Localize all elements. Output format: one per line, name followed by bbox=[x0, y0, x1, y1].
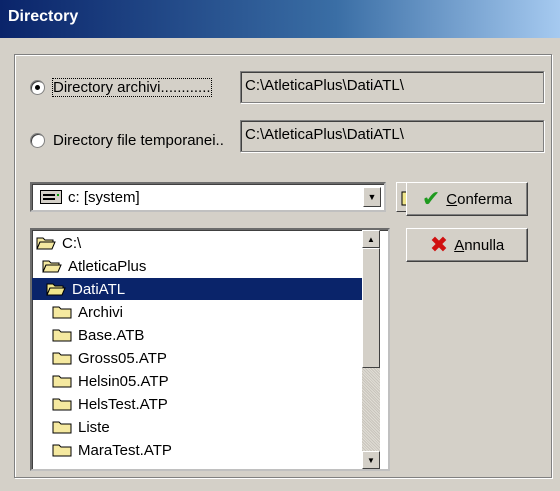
tree-item-label: HelsTest.ATP bbox=[78, 395, 168, 413]
tree-item-label: C:\ bbox=[62, 234, 82, 252]
scroll-thumb[interactable] bbox=[362, 248, 380, 368]
folder-icon bbox=[52, 398, 72, 411]
drive-combo[interactable]: c: [system] ▼ bbox=[30, 182, 386, 212]
tree-item-label: DatiATL bbox=[72, 280, 126, 298]
scroll-down-icon[interactable]: ▼ bbox=[362, 451, 380, 469]
path-field-temporanei[interactable]: C:\AtleticaPlus\DatiATL\ bbox=[240, 120, 544, 152]
tree-item-label: Liste bbox=[78, 418, 110, 436]
tree-item-label: Base.ATB bbox=[78, 326, 145, 344]
tree-item-label: Gross05.ATP bbox=[78, 349, 167, 367]
folder-icon bbox=[52, 329, 72, 342]
tree-item[interactable]: Archivi bbox=[52, 301, 129, 323]
tree-item[interactable]: DatiATL bbox=[32, 278, 362, 300]
tree-item[interactable]: Liste bbox=[52, 416, 116, 438]
path-field-archivi[interactable]: C:\AtleticaPlus\DatiATL\ bbox=[240, 71, 544, 103]
x-icon: ✖ bbox=[429, 232, 449, 257]
directory-list[interactable]: C:\ AtleticaPlus DatiATL Archivi Base.ATB Gro… bbox=[30, 228, 390, 471]
cancel-label: nnulla bbox=[464, 236, 505, 254]
confirm-accel: C bbox=[446, 190, 458, 208]
tree-item-label: MaraTest.ATP bbox=[78, 441, 172, 459]
tree-item-label: Helsin05.ATP bbox=[78, 372, 169, 390]
cancel-button[interactable]: ✖ Annulla bbox=[406, 228, 528, 262]
radio-directory-temporanei[interactable]: Directory file temporanei.. bbox=[30, 132, 224, 149]
radio-label-archivi: Directory archivi............ bbox=[52, 78, 212, 97]
radio-label-temporanei: Directory file temporanei.. bbox=[53, 132, 224, 149]
checkmark-icon: ✔ bbox=[421, 186, 441, 211]
tree-item[interactable]: MaraTest.ATP bbox=[52, 439, 178, 461]
folder-icon bbox=[52, 375, 72, 388]
chevron-down-icon[interactable]: ▼ bbox=[363, 187, 381, 207]
drive-label: c: [system] bbox=[68, 188, 140, 206]
dialog-body: Directory archivi............ C:\Atletic… bbox=[0, 38, 560, 491]
folder-open-icon bbox=[42, 260, 62, 273]
title-bar[interactable]: Directory bbox=[0, 0, 560, 38]
scroll-up-icon[interactable]: ▲ bbox=[362, 230, 380, 248]
folder-icon bbox=[52, 421, 72, 434]
tree-item-label: Archivi bbox=[78, 303, 124, 321]
confirm-button[interactable]: ✔ Conferma bbox=[406, 182, 528, 216]
tree-item[interactable]: Gross05.ATP bbox=[52, 347, 173, 369]
folder-icon bbox=[52, 444, 72, 457]
radio-button-temporanei[interactable] bbox=[30, 133, 45, 148]
radio-directory-archivi[interactable]: Directory archivi............ bbox=[30, 78, 212, 97]
folder-open-icon bbox=[36, 237, 56, 250]
tree-item[interactable]: Base.ATB bbox=[52, 324, 150, 346]
confirm-label: onferma bbox=[457, 190, 513, 208]
folder-icon bbox=[52, 306, 72, 319]
tree-item[interactable]: Helsin05.ATP bbox=[52, 370, 175, 392]
drive-icon bbox=[40, 190, 62, 204]
folder-icon bbox=[52, 352, 72, 365]
cancel-accel: A bbox=[454, 236, 465, 254]
tree-item-label: AtleticaPlus bbox=[68, 257, 147, 275]
tree-item[interactable]: HelsTest.ATP bbox=[52, 393, 174, 415]
tree-item[interactable]: AtleticaPlus bbox=[42, 255, 152, 277]
window-title: Directory bbox=[8, 8, 79, 25]
tree-item[interactable]: C:\ bbox=[36, 232, 87, 254]
radio-button-archivi[interactable] bbox=[30, 80, 45, 95]
vertical-scrollbar[interactable]: ▲ ▼ bbox=[362, 230, 380, 469]
folder-open-icon bbox=[46, 283, 66, 296]
